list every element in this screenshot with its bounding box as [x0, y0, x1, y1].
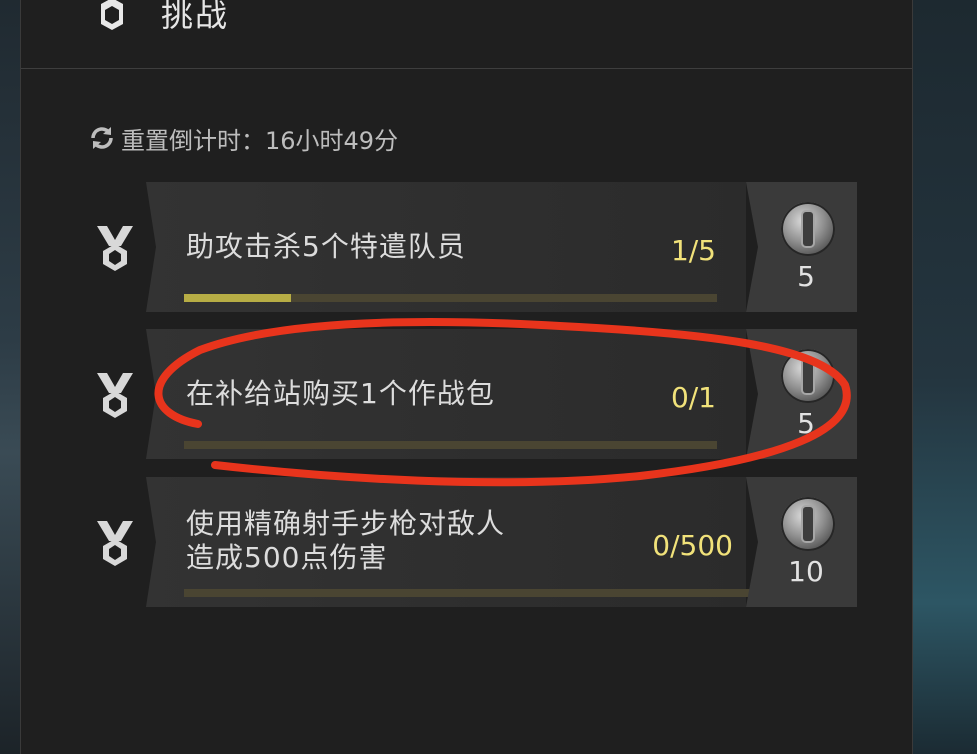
reset-countdown: 重置倒计时：16小时49分: [87, 120, 398, 156]
panel-header: 挑战: [21, 0, 912, 69]
silver-coin-icon: [781, 497, 835, 551]
progress-bar: [184, 441, 717, 449]
task-progress: 0/500: [652, 529, 733, 562]
background-left: [0, 0, 20, 754]
reward-amount: 10: [788, 555, 824, 588]
task-title: 在补给站购买1个作战包: [186, 377, 495, 410]
task-title-line2: 造成500点伤害: [186, 541, 388, 574]
reward-amount: 5: [797, 407, 815, 440]
challenge-panel: 挑战 重置倒计时：16小时49分 助攻击杀5个特遣队员 1/5 5 在补给站购买…: [20, 0, 913, 754]
challenge-task-2[interactable]: 在补给站购买1个作战包 0/1 5: [21, 329, 914, 461]
task-title: 助攻击杀5个特遣队员: [186, 230, 466, 263]
challenge-task-3[interactable]: 使用精确射手步枪对敌人 造成500点伤害 0/500 10: [21, 477, 914, 609]
silver-coin-icon: [781, 349, 835, 403]
silver-coin-icon: [781, 202, 835, 256]
background-right: [913, 0, 977, 754]
task-progress: 0/1: [670, 381, 716, 414]
task-title: 使用精确射手步枪对敌人 造成500点伤害: [186, 507, 505, 575]
task-progress: 1/5: [670, 234, 716, 267]
hexagon-badge-icon: [101, 0, 123, 30]
medal-icon: [97, 373, 133, 418]
page-title: 挑战: [161, 0, 230, 34]
challenge-task-1[interactable]: 助攻击杀5个特遣队员 1/5 5: [21, 182, 914, 314]
refresh-icon: [91, 127, 113, 149]
progress-bar: [184, 294, 717, 302]
task-title-line1: 使用精确射手步枪对敌人: [186, 507, 506, 540]
medal-icon: [97, 226, 133, 271]
progress-bar-fill: [184, 294, 291, 302]
medal-icon: [97, 521, 133, 566]
reward-amount: 5: [797, 260, 815, 293]
reset-countdown-label: 重置倒计时：16小时49分: [121, 126, 399, 155]
